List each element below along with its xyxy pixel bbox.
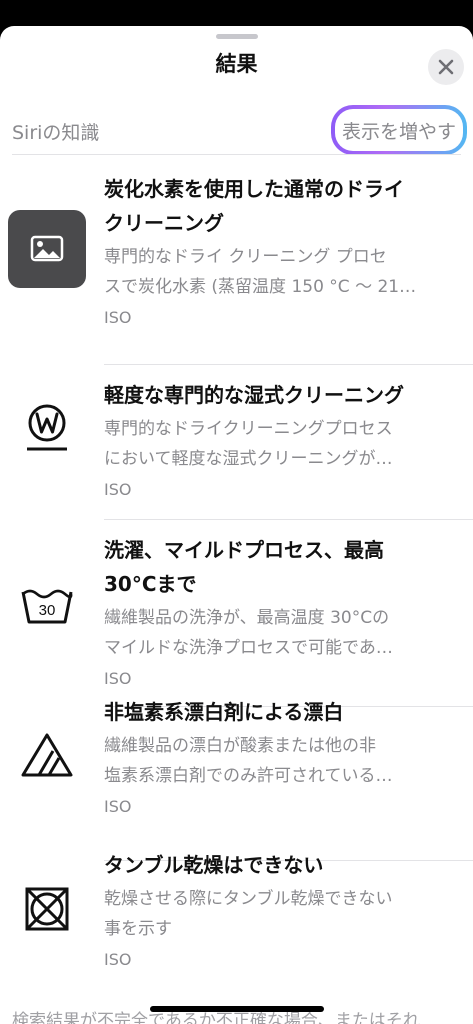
result-title: 非塩素系漂白剤による漂白 <box>104 700 344 724</box>
result-description: において軽度な湿式クリーニングが… <box>104 449 393 469</box>
results-sheet: 結果 Siriの知識 表示を増やす 炭化水素を使用した通常のドライ クリーニング… <box>0 26 473 1024</box>
result-source: ISO <box>104 480 132 499</box>
result-description: 専門的なドライ クリーニング プロセ <box>104 247 387 267</box>
no-tumble-dry-icon <box>8 870 86 948</box>
result-title: 30°Cまで <box>104 572 197 596</box>
result-title: 炭化水素を使用した通常のドライ <box>104 177 404 201</box>
result-description: 繊維製品の洗浄が、最高温度 30°Cの <box>104 608 390 628</box>
home-indicator[interactable] <box>150 1006 324 1012</box>
result-item-no-tumble-dry[interactable]: タンブル乾燥はできない 乾燥させる際にタンブル乾燥できない 事を示す ISO <box>0 848 473 988</box>
result-description: 乾燥させる際にタンブル乾燥できない <box>104 889 393 909</box>
result-description: 繊維製品の漂白が酸素または他の非 <box>104 736 376 756</box>
result-source: ISO <box>104 950 132 969</box>
wash-tub-30-icon: 30 <box>8 567 86 645</box>
divider <box>104 519 473 520</box>
result-description: スで炭化水素 (蒸留温度 150 °C ～ 21… <box>104 277 417 297</box>
close-button[interactable] <box>428 49 464 85</box>
result-item-mild-wash-30[interactable]: 30 洗濯、マイルドプロセス、最高 30°Cまで 繊維製品の洗浄が、最高温度 3… <box>0 533 473 703</box>
result-title: 洗濯、マイルドプロセス、最高 <box>104 538 384 562</box>
result-item-wet-cleaning[interactable]: 軽度な専門的な湿式クリーニング 専門的なドライクリーニングプロセス において軽度… <box>0 378 473 518</box>
result-source: ISO <box>104 669 132 688</box>
wet-cleaning-w-icon <box>8 388 86 466</box>
divider <box>12 154 461 155</box>
wash-temp-label: 30 <box>39 602 56 619</box>
show-more-button[interactable]: 表示を増やす <box>331 105 467 155</box>
result-item-hydrocarbon-dry-cleaning[interactable]: 炭化水素を使用した通常のドライ クリーニング 専門的なドライ クリーニング プロ… <box>0 172 473 366</box>
result-description: 塩素系漂白剤でのみ許可されている… <box>104 766 393 786</box>
result-source: ISO <box>104 308 132 327</box>
result-title: タンブル乾燥はできない <box>104 853 324 877</box>
result-description: 専門的なドライクリーニングプロセス <box>104 419 393 439</box>
siri-knowledge-label: Siriの知識 <box>12 122 100 144</box>
result-description: 事を示す <box>104 919 172 939</box>
sheet-grabber[interactable] <box>216 34 258 39</box>
divider <box>104 364 473 365</box>
image-placeholder-icon <box>8 210 86 288</box>
result-title: 軽度な専門的な湿式クリーニング <box>104 383 404 407</box>
non-chlorine-bleach-triangle-icon <box>8 717 86 795</box>
sheet-title: 結果 <box>215 52 258 76</box>
result-source: ISO <box>104 797 132 816</box>
close-x-icon <box>438 59 454 75</box>
result-description: マイルドな洗浄プロセスで可能であ… <box>104 638 393 658</box>
result-item-non-chlorine-bleach[interactable]: 非塩素系漂白剤による漂白 繊維製品の漂白が酸素または他の非 塩素系漂白剤でのみ許… <box>0 695 473 835</box>
result-title: クリーニング <box>104 211 224 235</box>
show-more-label: 表示を増やす <box>341 120 456 143</box>
